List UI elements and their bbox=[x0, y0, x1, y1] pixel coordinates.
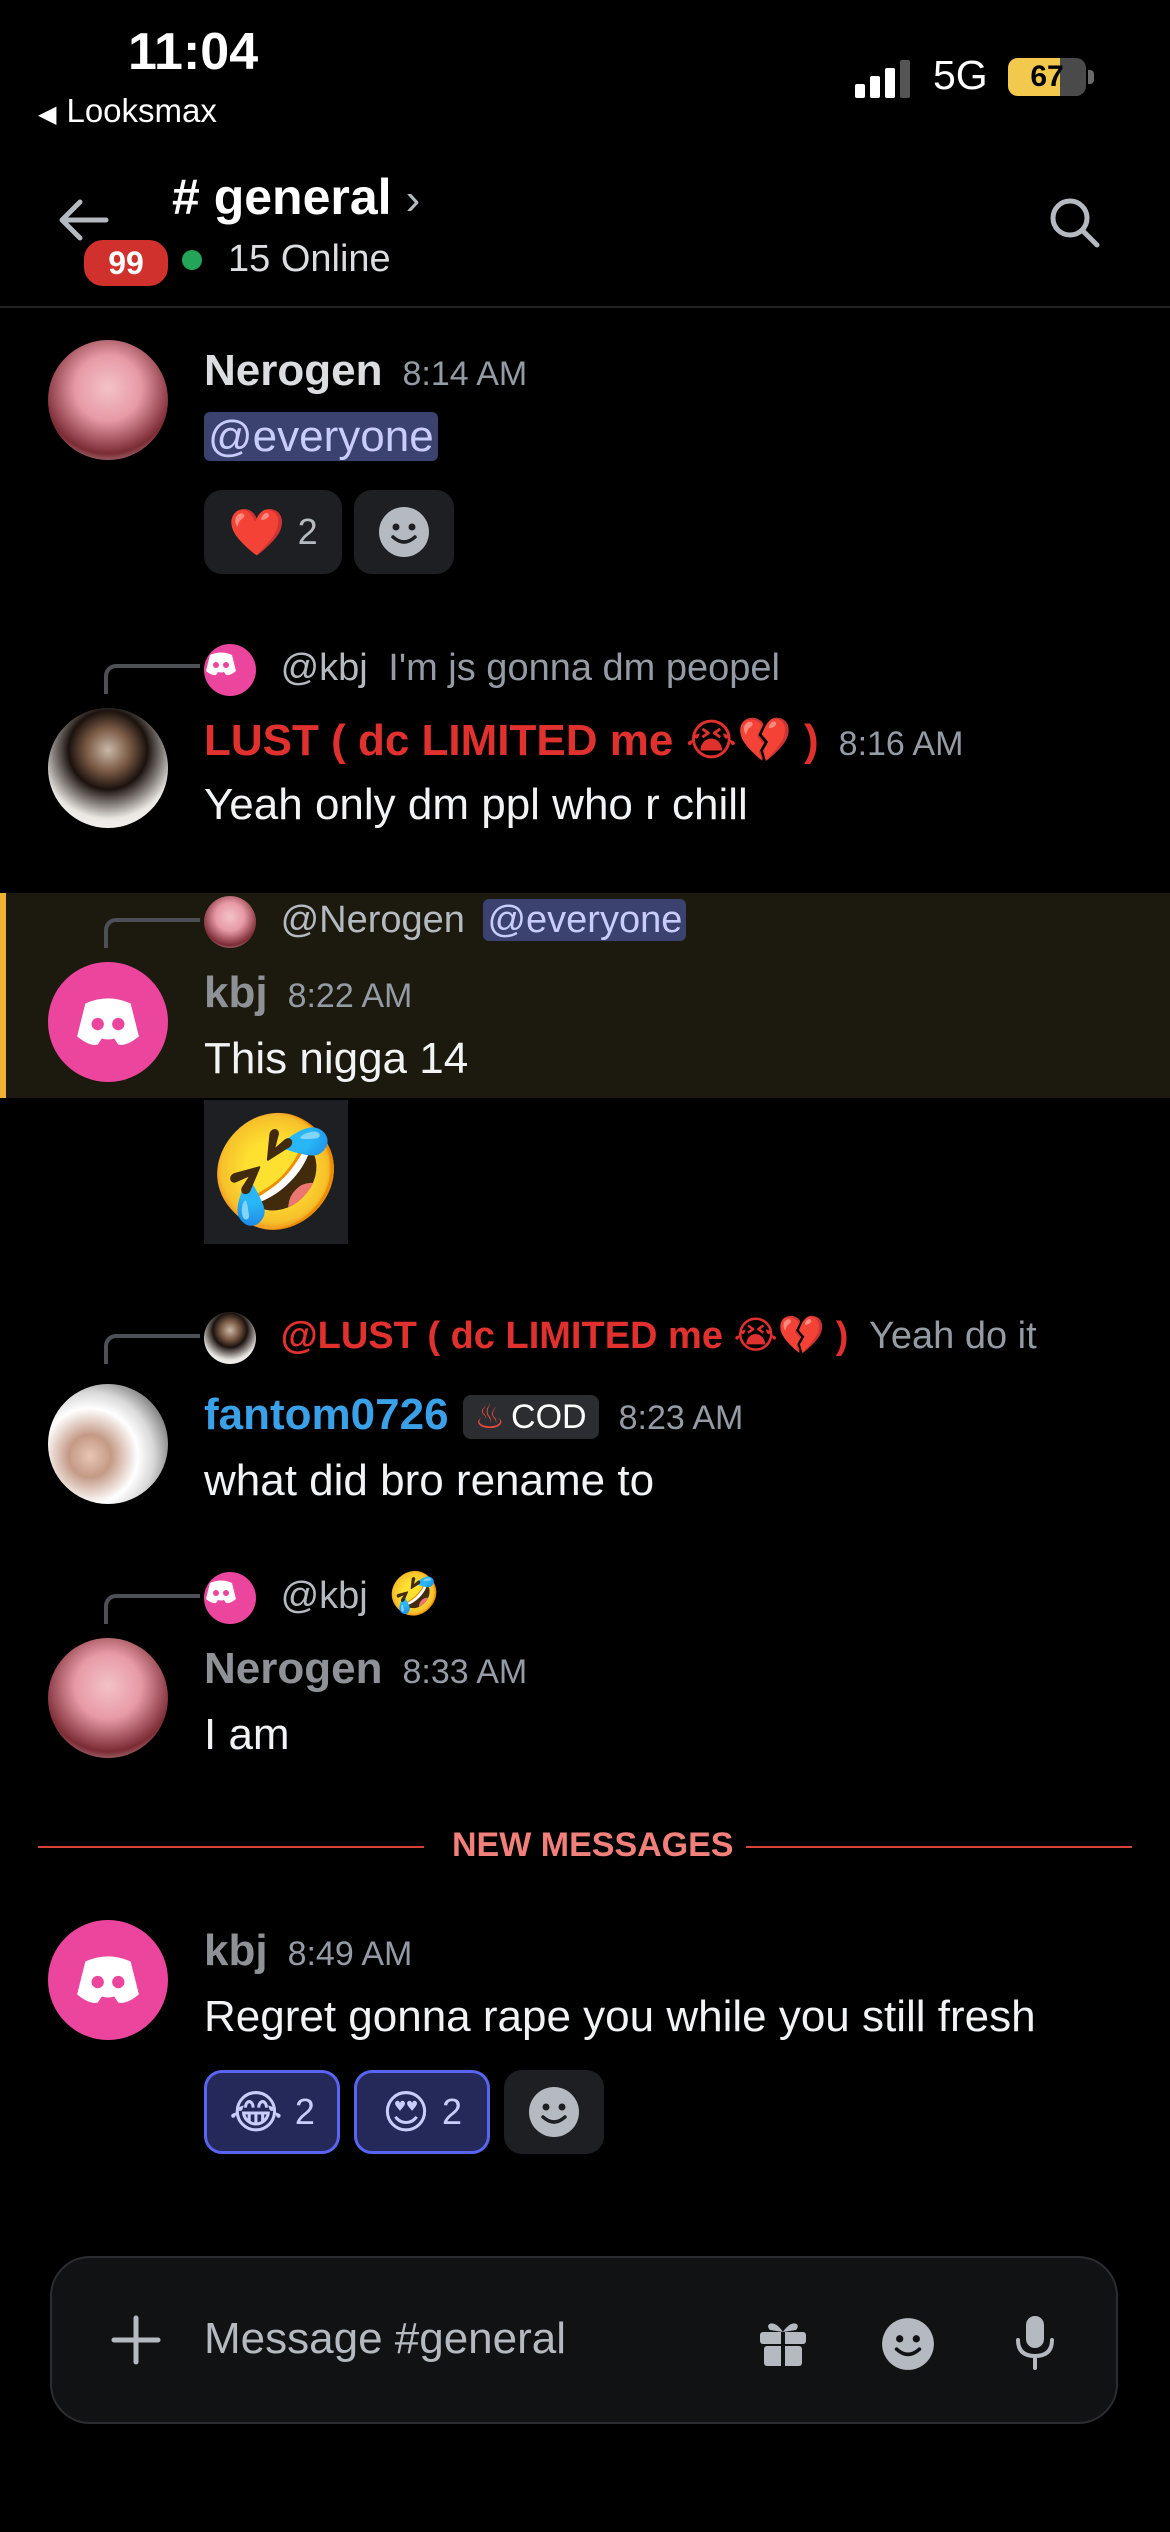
message-content: what did bro rename to bbox=[204, 1456, 655, 1505]
channel-name: # general bbox=[172, 169, 392, 225]
reaction-count: 2 bbox=[297, 511, 318, 552]
battery-icon: 67 bbox=[1008, 58, 1086, 96]
reply-text: I'm js gonna dm peopel bbox=[388, 647, 780, 690]
avatar[interactable] bbox=[48, 708, 168, 828]
guild-tag[interactable]: ♨ COD bbox=[462, 1395, 599, 1440]
reply-emoji: 🤣 bbox=[388, 1570, 441, 1617]
search-icon[interactable] bbox=[1046, 194, 1102, 255]
message-timestamp: 8:23 AM bbox=[618, 1399, 744, 1437]
add-reaction-icon[interactable] bbox=[504, 2070, 604, 2154]
reply-connector bbox=[104, 664, 200, 694]
author-name[interactable]: kbj bbox=[204, 1926, 268, 1975]
reaction-heart[interactable]: ❤️ 2 bbox=[204, 490, 342, 574]
message-content: I am bbox=[204, 1710, 290, 1759]
discord-icon bbox=[77, 1956, 139, 2003]
message-timestamp: 8:22 AM bbox=[287, 977, 413, 1015]
channel-title[interactable]: # general › bbox=[172, 168, 420, 226]
unread-badge: 99 bbox=[80, 236, 172, 290]
add-reaction-icon[interactable] bbox=[354, 490, 454, 574]
avatar[interactable] bbox=[48, 340, 168, 460]
author-name[interactable]: Nerogen bbox=[204, 1644, 382, 1693]
discord-icon bbox=[204, 644, 256, 696]
author-name[interactable]: LUST ( dc LIMITED me 😭💔 ) bbox=[204, 716, 819, 765]
reply-author: @kbj bbox=[280, 647, 368, 690]
sticker-emoji[interactable]: 🤣 bbox=[204, 1100, 348, 1244]
reply-author: @LUST ( dc LIMITED me 😭💔 ) bbox=[280, 1315, 849, 1358]
avatar[interactable] bbox=[48, 1638, 168, 1758]
mention-highlight-bar bbox=[0, 893, 6, 1098]
reply-preview[interactable]: @kbj 🤣 bbox=[204, 1570, 441, 1624]
message-author[interactable]: LUST ( dc LIMITED me 😭💔 ) 8:16 AM bbox=[204, 714, 963, 766]
reply-text: Yeah do it bbox=[869, 1315, 1037, 1358]
message-author[interactable]: Nerogen 8:33 AM bbox=[204, 1644, 527, 1694]
message-author[interactable]: kbj 8:49 AM bbox=[204, 1926, 412, 1976]
reaction-count: 2 bbox=[441, 2091, 462, 2132]
reply-connector bbox=[104, 1594, 200, 1624]
reply-author: @kbj bbox=[280, 1575, 368, 1617]
reply-connector bbox=[104, 918, 200, 948]
divider-line-right bbox=[746, 1846, 1132, 1848]
heart-emoji: ❤️ bbox=[228, 505, 286, 558]
reply-connector bbox=[104, 1334, 200, 1364]
online-count: 15 Online bbox=[228, 238, 391, 280]
plus-icon[interactable] bbox=[108, 2312, 164, 2372]
heart-eyes-emoji: 😍 bbox=[382, 2086, 430, 2138]
flame-icon: ♨ bbox=[474, 1398, 506, 1437]
message-content: Yeah only dm ppl who r chill bbox=[204, 780, 748, 829]
guild-tag-label: COD bbox=[511, 1398, 587, 1437]
everyone-mention[interactable]: @everyone bbox=[204, 412, 438, 461]
reply-preview[interactable]: @kbj I'm js gonna dm peopel bbox=[204, 644, 780, 696]
chevron-right-icon: › bbox=[405, 175, 421, 224]
message-timestamp: 8:49 AM bbox=[287, 1935, 413, 1973]
online-dot bbox=[182, 250, 202, 270]
message-content: This nigga 14 bbox=[204, 1034, 469, 1083]
author-name[interactable]: Nerogen bbox=[204, 346, 382, 395]
reply-preview[interactable]: @Nerogen @everyone bbox=[204, 896, 687, 948]
author-name[interactable]: fantom0726 bbox=[204, 1390, 449, 1439]
message-content: Regret gonna rape you while you still fr… bbox=[204, 1992, 1036, 2041]
avatar[interactable] bbox=[48, 1384, 168, 1504]
avatar[interactable] bbox=[48, 1920, 168, 2040]
reply-author: @Nerogen bbox=[280, 899, 465, 942]
discord-icon bbox=[204, 1571, 256, 1624]
message-content: @everyone bbox=[204, 412, 438, 462]
reply-avatar bbox=[204, 1312, 256, 1364]
battery-tip bbox=[1088, 70, 1094, 84]
reaction-count: 2 bbox=[294, 2091, 315, 2132]
reaction-joy[interactable]: 😂 2 bbox=[204, 2070, 340, 2154]
everyone-mention: @everyone bbox=[483, 899, 687, 942]
divider-line-left bbox=[38, 1846, 424, 1848]
message-input[interactable]: Message #general bbox=[204, 2314, 566, 2364]
discord-icon bbox=[77, 998, 139, 1045]
reply-avatar bbox=[204, 896, 256, 948]
battery-percent: 67 bbox=[1030, 60, 1064, 93]
microphone-icon[interactable] bbox=[1010, 2314, 1060, 2377]
message-author[interactable]: fantom0726 ♨ COD 8:23 AM bbox=[204, 1390, 743, 1440]
message-author[interactable]: kbj 8:22 AM bbox=[204, 968, 412, 1018]
avatar[interactable] bbox=[48, 962, 168, 1082]
header-divider bbox=[0, 306, 1170, 308]
message-timestamp: 8:16 AM bbox=[838, 725, 964, 763]
new-messages-divider: NEW MESSAGES bbox=[452, 1826, 734, 1864]
message-timestamp: 8:14 AM bbox=[402, 355, 528, 393]
back-triangle-icon: ◀ bbox=[38, 101, 57, 128]
back-to-app-link[interactable]: ◀ Looksmax bbox=[38, 92, 217, 130]
gift-icon[interactable] bbox=[756, 2316, 810, 2375]
reply-preview[interactable]: @LUST ( dc LIMITED me 😭💔 ) Yeah do it bbox=[204, 1312, 1037, 1364]
author-name[interactable]: kbj bbox=[204, 968, 268, 1017]
back-app-label: Looksmax bbox=[66, 92, 217, 129]
reaction-heart-eyes[interactable]: 😍 2 bbox=[354, 2070, 490, 2154]
joy-emoji: 😂 bbox=[229, 2086, 283, 2138]
message-timestamp: 8:33 AM bbox=[402, 1653, 528, 1691]
emoji-icon[interactable] bbox=[880, 2316, 936, 2377]
cellular-signal-icon bbox=[855, 60, 915, 98]
status-time: 11:04 bbox=[128, 23, 259, 81]
network-type: 5G bbox=[933, 52, 988, 98]
message-author[interactable]: Nerogen 8:14 AM bbox=[204, 346, 527, 396]
